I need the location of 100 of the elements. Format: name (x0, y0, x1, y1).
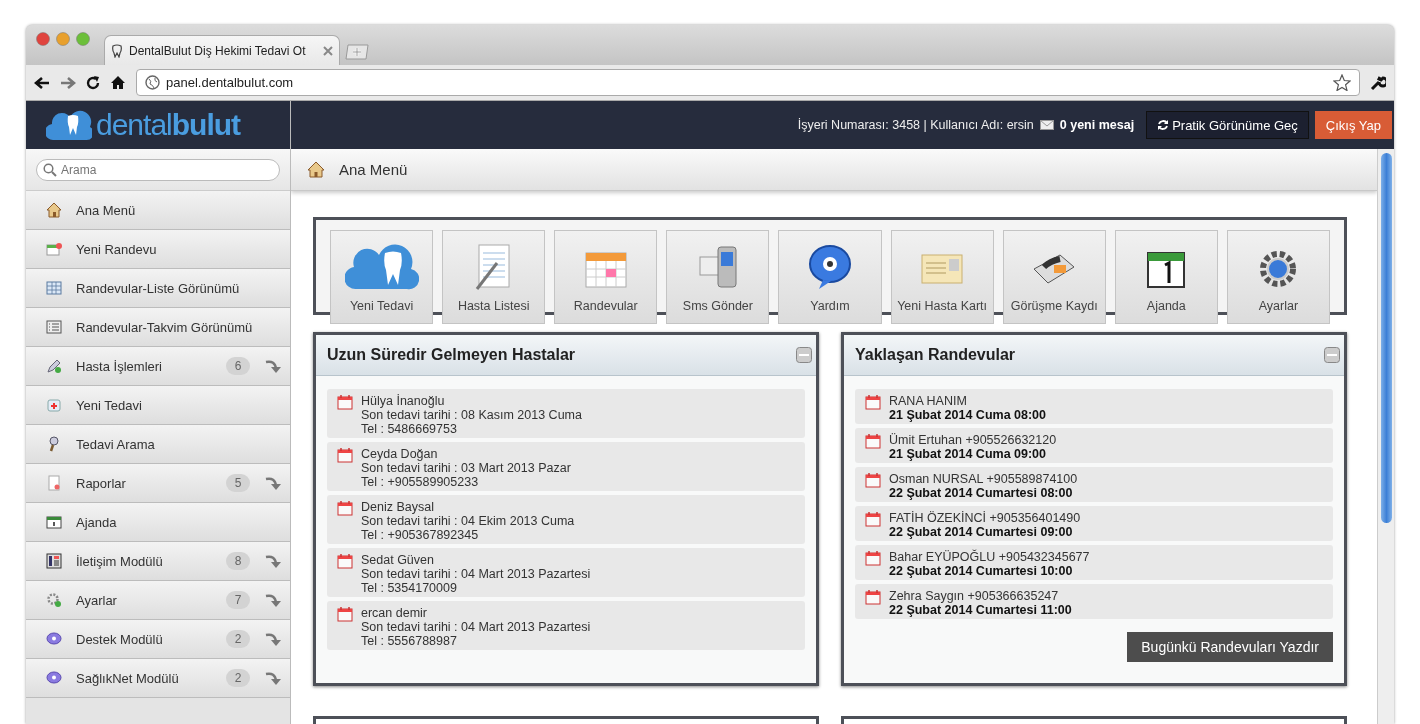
patient-name: Bahar EYÜPOĞLU +905432345677 (889, 550, 1090, 564)
patient-name: Deniz Baysal (361, 500, 435, 514)
last-visit-date: Son tedavi tarihi : 04 Mart 2013 Pazartesi (361, 620, 591, 634)
cloud-tooth-icon (46, 109, 92, 141)
sidebar-item[interactable]: Destek Modülü 2 (26, 620, 290, 659)
sidebar-item[interactable]: Yeni Randevu (26, 230, 290, 269)
account-info: İşyeri Numarası: 3458 | Kullanıcı Adı: ersin (797, 118, 1034, 132)
curved-arrow-icon[interactable] (264, 475, 282, 491)
count-badge: 8 (226, 552, 250, 570)
appointment-time: 22 Şubat 2014 Cumartesi 08:00 (889, 486, 1074, 500)
sidebar-item-label: Raporlar (76, 475, 127, 491)
patient-name: Ceyda Doğan (361, 447, 439, 461)
sidebar-item[interactable]: Ajanda (26, 503, 290, 542)
shortcut-button[interactable]: Yardım (778, 230, 882, 324)
sidebar-item[interactable]: Hasta İşlemleri 6 (26, 347, 290, 386)
sidebar-item-label: Ana Menü (76, 202, 137, 218)
sidebar-item-label: Yeni Randevu (76, 241, 158, 257)
phone-number: Tel : +905367892345 (361, 528, 480, 542)
table-icon (46, 280, 62, 296)
envelope-icon (1039, 120, 1054, 130)
sidebar-item[interactable]: Tedavi Arama (26, 425, 290, 464)
phone-number: Tel : 5556788987 (361, 634, 458, 648)
sidebar-item-label: Randevular-Takvim Görünümü (76, 319, 254, 335)
shortcut-button[interactable]: Yeni Hasta Kartı (890, 230, 994, 324)
star-icon[interactable] (1333, 74, 1351, 91)
search-icon (43, 162, 57, 177)
calendar-plus-icon (46, 241, 62, 257)
globe-icon (145, 75, 160, 90)
patient-name: Hülya İnanoğlu (361, 394, 446, 408)
count-badge: 7 (226, 591, 250, 609)
appointment-time: 21 Şubat 2014 Cuma 09:00 (889, 447, 1048, 461)
shortcut-button[interactable]: Randevular (554, 230, 658, 324)
sidebar-item-label: Tedavi Arama (76, 436, 156, 452)
chat-bubble-icon (807, 243, 853, 291)
close-icon[interactable] (36, 32, 50, 46)
calendar-icon (337, 394, 353, 410)
calendar-icon (337, 447, 353, 463)
patient-name: Sedat Güven (361, 553, 435, 567)
sidebar-item[interactable]: Yeni Tedavi (26, 386, 290, 425)
sidebar-item[interactable]: İletişim Modülü 8 (26, 542, 290, 581)
sidebar-item-label: Randevular-Liste Görünümü (76, 280, 241, 296)
sidebar-item[interactable]: Randevular-Liste Görünümü (26, 269, 290, 308)
shortcut-button[interactable]: Sms Gönder (666, 230, 770, 324)
sidebar-item-label: Ajanda (76, 514, 118, 530)
curved-arrow-icon[interactable] (264, 670, 282, 686)
curved-arrow-icon[interactable] (264, 631, 282, 647)
shortcut-button[interactable]: Görüşme Kaydı (1002, 230, 1106, 324)
sidebar-item-label: Hasta İşlemleri (76, 358, 163, 374)
calendar-icon (865, 394, 881, 410)
collapse-icon[interactable] (1324, 347, 1340, 363)
patient-name: Osman NURSAL +905589874100 (889, 472, 1078, 486)
patient-name: FATİH ÖZEKİNCİ +905356401490 (889, 511, 1081, 525)
curved-arrow-icon[interactable] (264, 553, 282, 569)
url-text: panel.dentalbulut.com (166, 75, 295, 90)
appointment-time: 22 Şubat 2014 Cumartesi 11:00 (889, 603, 1072, 617)
search-field[interactable]: Arama (36, 158, 280, 181)
sidebar-item[interactable]: SağlıkNet Modülü 2 (26, 659, 290, 698)
new-tab-icon[interactable] (344, 44, 370, 60)
sidebar-item[interactable]: Ayarlar 7 (26, 581, 290, 620)
home-icon[interactable] (110, 75, 126, 90)
shortcut-button[interactable]: Hasta Listesi (442, 230, 546, 324)
calendar-icon (337, 553, 353, 569)
sidebar-item-label: İletişim Modülü (76, 553, 164, 569)
calendar-icon (46, 514, 62, 530)
panel-title: Uzun Süredir Gelmeyen Hastalar (327, 346, 576, 364)
count-badge: 6 (226, 357, 250, 375)
calendar-icon (337, 606, 353, 622)
address-bar[interactable]: panel.dentalbulut.com (136, 69, 1360, 96)
shortcut-button[interactable]: Yeni Tedavi (330, 230, 434, 324)
close-icon[interactable] (323, 45, 333, 56)
appointment-time: 21 Şubat 2014 Cuma 08:00 (889, 408, 1047, 422)
patient-name: ercan demir (361, 606, 428, 620)
count-badge: 2 (226, 630, 250, 648)
print-button[interactable]: Bugünkü Randevuları Yazdır (1127, 632, 1333, 662)
curved-arrow-icon[interactable] (264, 592, 282, 608)
tooth-icon (111, 43, 123, 58)
curved-arrow-icon[interactable] (264, 358, 282, 374)
sidebar-item[interactable]: Ana Menü (26, 191, 290, 230)
reload-icon[interactable] (86, 75, 100, 90)
scrollbar-thumb[interactable] (1380, 153, 1392, 523)
forward-icon[interactable] (60, 75, 76, 90)
shortcut-button[interactable]: Ayarlar (1226, 230, 1330, 324)
sidebar-item[interactable]: Raporlar 5 (26, 464, 290, 503)
sidebar-item[interactable]: Randevular-Takvim Görünümü (26, 308, 290, 347)
collapse-icon[interactable] (796, 347, 812, 363)
browser-tab[interactable]: DentalBulut Diş Hekimi Tedavi Ot (104, 35, 340, 65)
last-visit-date: Son tedavi tarihi : 04 Mart 2013 Pazartesi (361, 567, 591, 581)
chat-bubble-icon (46, 631, 62, 647)
sidebar-item-label: SağlıkNet Modülü (76, 670, 180, 686)
shortcut-button[interactable]: Ajanda (1114, 230, 1218, 324)
pencil-icon (46, 358, 62, 374)
gear-icon (46, 592, 62, 608)
phone-number: Tel : +905589905233 (361, 475, 480, 489)
switch-view-button[interactable]: Pratik Görünüme Geç (1146, 111, 1309, 139)
back-icon[interactable] (34, 75, 50, 90)
logout-button[interactable]: Çıkış Yap (1314, 111, 1392, 139)
phone-icon (46, 553, 62, 569)
calendar-icon (337, 500, 353, 516)
sidebar-item-label: Ayarlar (76, 592, 118, 608)
count-badge: 5 (226, 474, 250, 492)
